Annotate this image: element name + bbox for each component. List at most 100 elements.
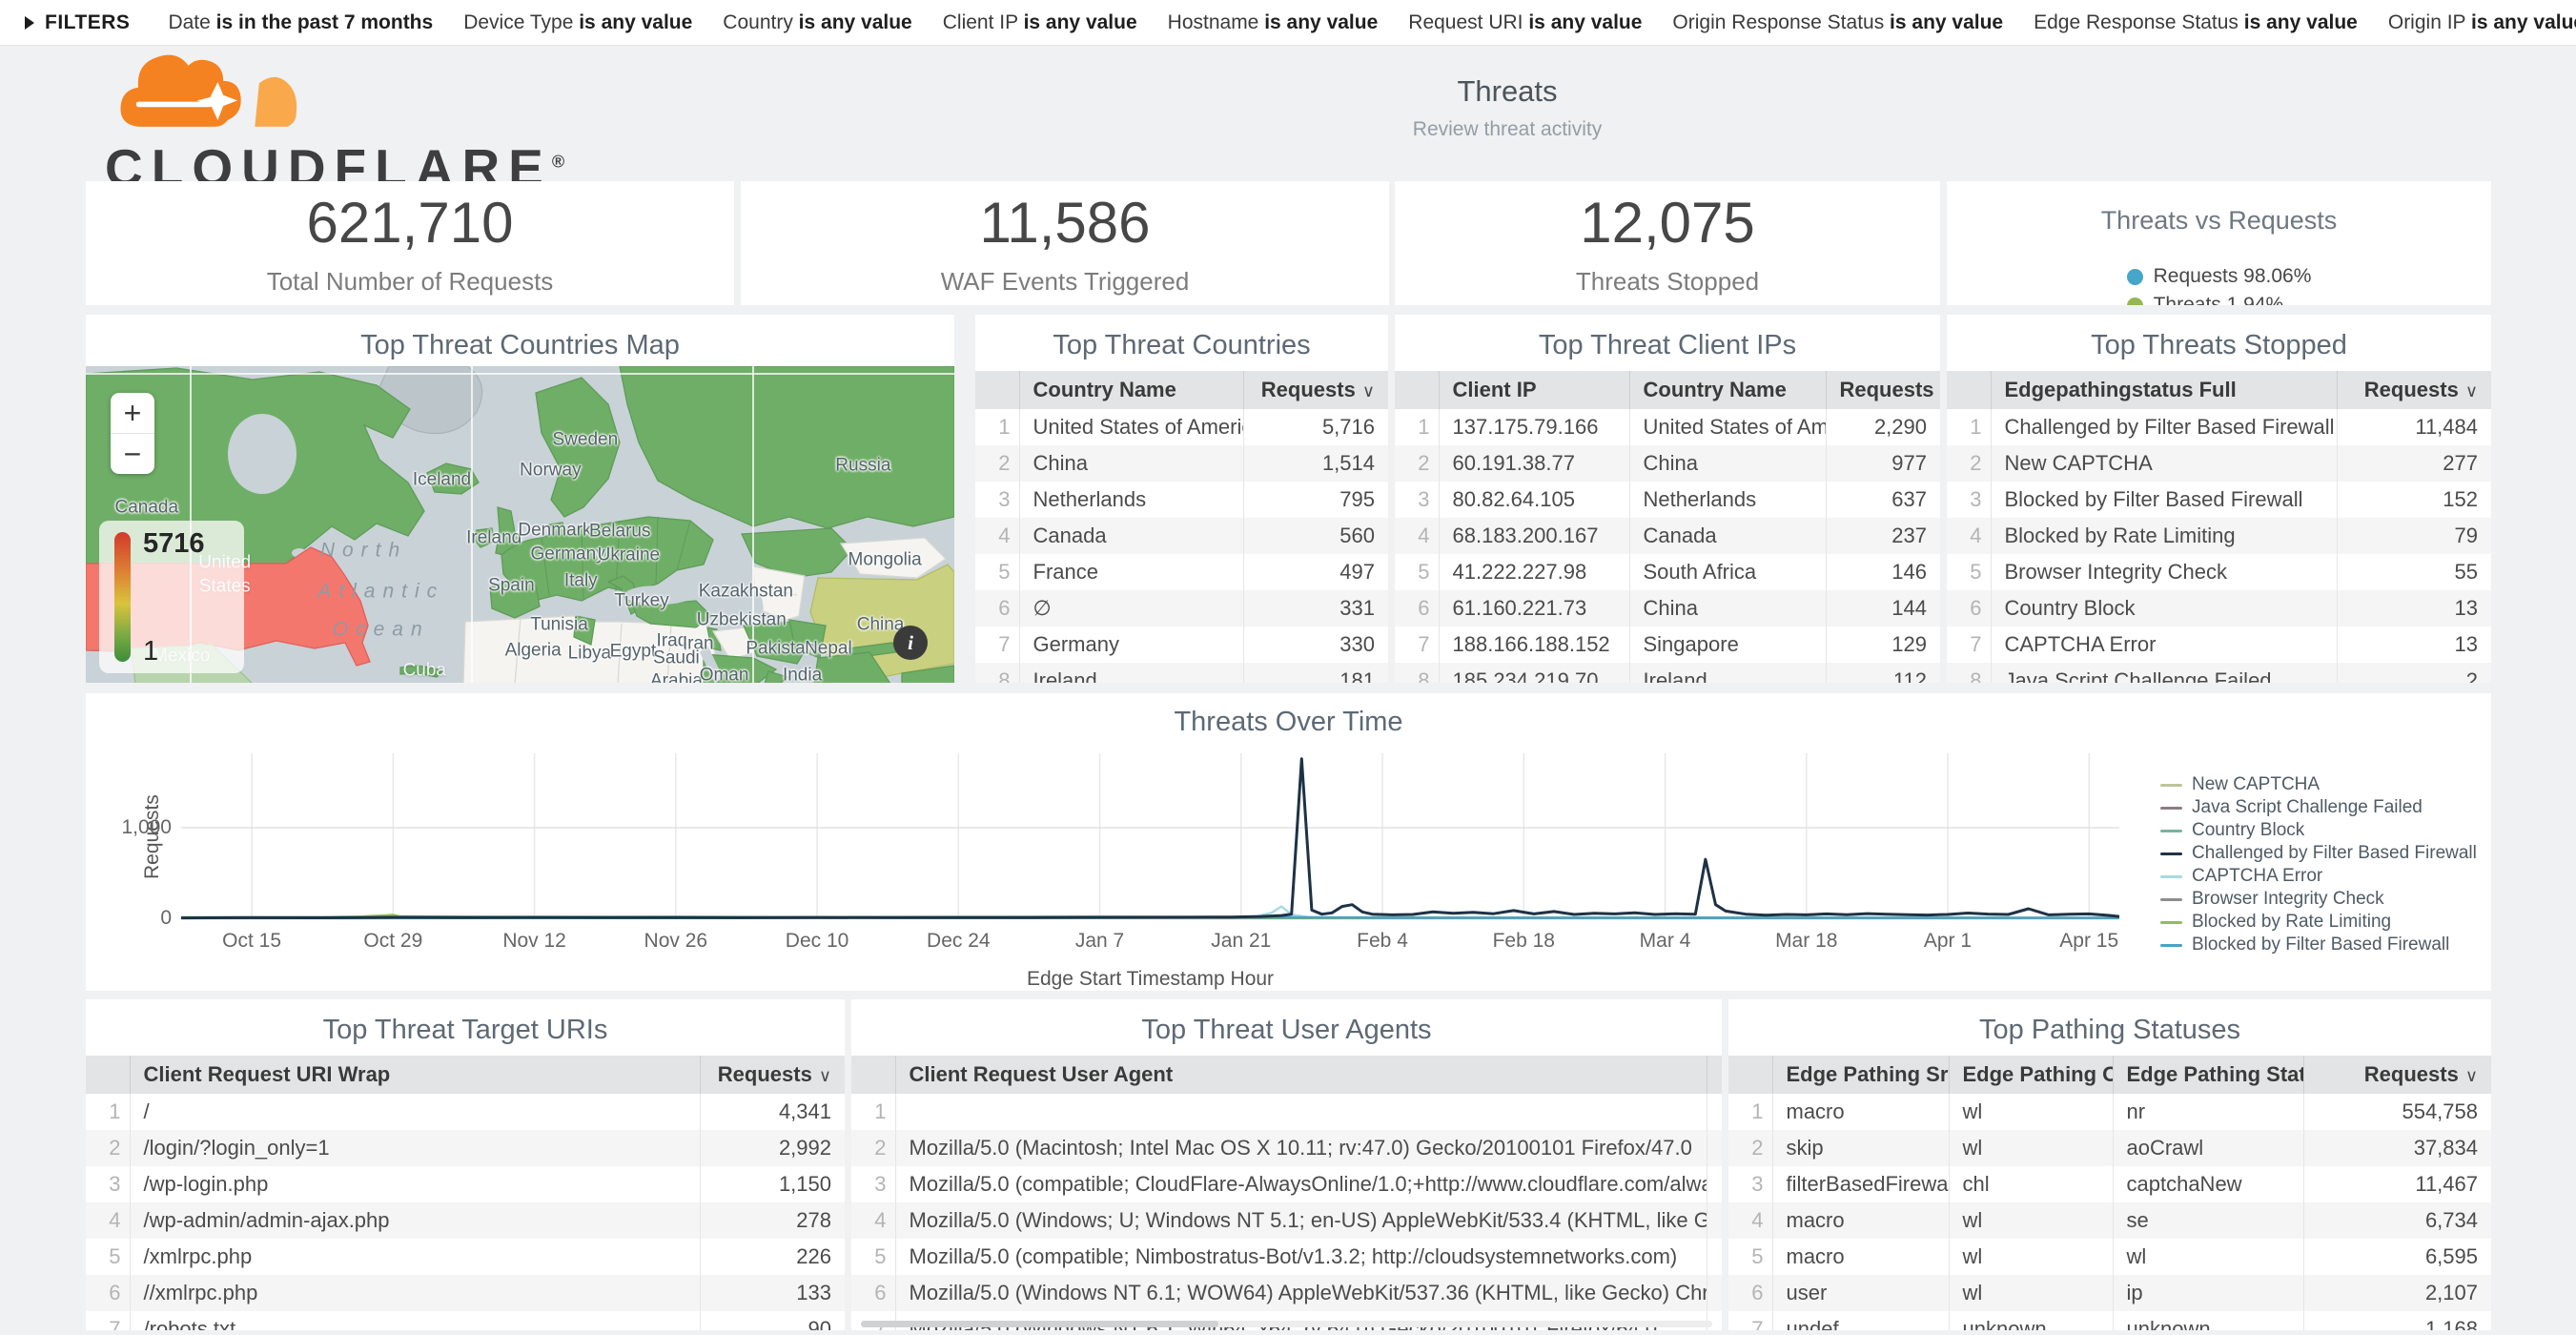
chart-legend-item[interactable]: Browser Integrity Check bbox=[2160, 888, 2477, 911]
table-cell: Mozilla/5.0 (compatible; CloudFlare-Alwa… bbox=[895, 1166, 1707, 1202]
table-cell: Mozilla/5.0 (compatible; Nimbostratus-Bo… bbox=[895, 1239, 1707, 1275]
table-cell: 277 bbox=[2337, 445, 2491, 482]
column-header[interactable]: Country Name bbox=[1019, 371, 1243, 409]
column-header[interactable]: Requests∨ bbox=[1826, 371, 1940, 409]
filter-item[interactable]: Origin Response Status is any value bbox=[1672, 11, 2003, 33]
chart-legend-item[interactable]: Blocked by Filter Based Firewall bbox=[2160, 934, 2477, 956]
page-subtitle: Review threat activity bbox=[496, 118, 2519, 141]
table-cell: 146 bbox=[1826, 554, 1940, 590]
country-label: Denmark bbox=[518, 519, 591, 543]
table-cell: 80.82.64.105 bbox=[1439, 482, 1629, 518]
filter-item[interactable]: Client IP is any value bbox=[943, 11, 1137, 33]
row-index: 1 bbox=[86, 1094, 130, 1130]
chart-legend-item[interactable]: Java Script Challenge Failed bbox=[2160, 796, 2477, 819]
column-header[interactable]: Client IP bbox=[1439, 371, 1629, 409]
ratio-legend-item: Requests 98.06% bbox=[2127, 262, 2312, 291]
zoom-out-button[interactable]: − bbox=[111, 433, 154, 474]
sort-chevron-icon: ∨ bbox=[1362, 381, 1375, 400]
table-row: 4/wp-admin/admin-ajax.php278 bbox=[86, 1202, 845, 1239]
row-index: 6 bbox=[1395, 590, 1439, 626]
chart-legend-item[interactable]: CAPTCHA Error bbox=[2160, 865, 2477, 888]
info-icon[interactable]: i bbox=[893, 626, 928, 660]
chart-legend-item[interactable]: Challenged by Filter Based Firewall bbox=[2160, 842, 2477, 865]
column-header[interactable]: Client Request URI Wrap bbox=[130, 1056, 700, 1094]
column-header[interactable]: Edge Pathing Src bbox=[1772, 1056, 1949, 1094]
country-label: Sweden bbox=[552, 429, 618, 453]
table-cell: Mozilla/5.0 (Windows; U; Windows NT 5.1;… bbox=[895, 1202, 1707, 1239]
scrollbar-thumb[interactable] bbox=[861, 1321, 1218, 1327]
table-row: 6//xmlrpc.php133 bbox=[86, 1275, 845, 1311]
chart-legend-item[interactable]: New CAPTCHA bbox=[2160, 773, 2477, 796]
stat-value: 11,586 bbox=[979, 190, 1150, 256]
filter-item[interactable]: Request URI is any value bbox=[1408, 11, 1642, 33]
column-header-label: Edge Pathing Op bbox=[1963, 1062, 2114, 1086]
world-map[interactable]: CanadaUnited StatesMexicoCubaIcelandIrel… bbox=[86, 366, 954, 683]
panel-title: Top Pathing Statuses bbox=[1728, 1015, 2491, 1046]
legend-line-icon bbox=[2160, 921, 2182, 924]
chart-legend-item[interactable]: Country Block bbox=[2160, 819, 2477, 842]
top-threat-target-uris-panel: Top Threat Target URIs Client Request UR… bbox=[86, 999, 845, 1330]
top-threat-countries-panel: Top Threat Countries Country NameRequest… bbox=[975, 315, 1388, 683]
panel-title: Top Threat User Agents bbox=[851, 1015, 1722, 1046]
x-tick-label: Nov 26 bbox=[624, 930, 728, 953]
column-header[interactable]: Requests∨ bbox=[2303, 1056, 2491, 1094]
country-label: Egypt bbox=[610, 641, 657, 665]
stat-label: WAF Events Triggered bbox=[941, 267, 1190, 297]
y-tick-label: 0 bbox=[112, 907, 172, 930]
table-cell: 5,716 bbox=[1243, 409, 1388, 445]
filter-item[interactable]: Country is any value bbox=[723, 11, 911, 33]
table-cell: Mozilla/5.0 (Macintosh; Intel Mac OS X 1… bbox=[895, 1130, 1707, 1166]
column-header[interactable]: Requests∨ bbox=[2337, 371, 2491, 409]
zoom-in-button[interactable]: + bbox=[111, 393, 154, 433]
filter-item[interactable]: Edge Response Status is any value bbox=[2034, 11, 2358, 33]
x-tick-label: Feb 18 bbox=[1471, 930, 1576, 953]
filter-value: is any value bbox=[799, 11, 912, 33]
horizontal-scrollbar[interactable] bbox=[861, 1321, 1712, 1327]
filter-item[interactable]: Hostname is any value bbox=[1168, 11, 1379, 33]
x-tick-label: Oct 15 bbox=[199, 930, 304, 953]
table-cell: filterBasedFirewall bbox=[1772, 1166, 1949, 1202]
table-row: 3Netherlands795 bbox=[975, 482, 1388, 518]
filters-toggle[interactable]: FILTERS bbox=[25, 11, 130, 34]
row-index: 5 bbox=[1947, 554, 1991, 590]
table-row: 5macrowlwl6,595 bbox=[1728, 1239, 2491, 1275]
column-header[interactable]: Edge Pathing Status bbox=[2113, 1056, 2303, 1094]
filter-field: Client IP bbox=[943, 11, 1024, 33]
row-index: 2 bbox=[1728, 1130, 1772, 1166]
table-cell: unknown bbox=[2113, 1311, 2303, 1330]
table-cell: macro bbox=[1772, 1094, 1949, 1130]
table-cell bbox=[1707, 1275, 1722, 1311]
filter-item[interactable]: Device Type is any value bbox=[463, 11, 692, 33]
column-header-label: Requests bbox=[1261, 378, 1356, 401]
column-header[interactable]: Edgepathingstatus Full bbox=[1991, 371, 2337, 409]
legend-max-value: 5716 bbox=[143, 528, 205, 560]
table-cell: /wp-login.php bbox=[130, 1166, 700, 1202]
index-column-header bbox=[1728, 1056, 1772, 1094]
filter-item[interactable]: Date is in the past 7 months bbox=[168, 11, 433, 33]
top-pathing-statuses-table: Edge Pathing Src Edge Pathing OpEdge Path… bbox=[1728, 1056, 2491, 1330]
table-cell: ip bbox=[2113, 1275, 2303, 1311]
table-row: 5Browser Integrity Check55 bbox=[1947, 554, 2491, 590]
x-tick-label: Jan 7 bbox=[1048, 930, 1153, 953]
filter-item[interactable]: Origin IP is any value bbox=[2388, 11, 2576, 33]
table-cell: 2,992 bbox=[700, 1130, 845, 1166]
row-index: 6 bbox=[86, 1275, 130, 1311]
chart-legend-item[interactable]: Blocked by Rate Limiting bbox=[2160, 911, 2477, 934]
column-header[interactable]: Requests ∨ bbox=[1243, 371, 1388, 409]
table-cell: wl bbox=[1949, 1202, 2113, 1239]
table-row: 7CAPTCHA Error13 bbox=[1947, 626, 2491, 663]
table-row: 4Mozilla/5.0 (Windows; U; Windows NT 5.1… bbox=[851, 1202, 1722, 1239]
table-cell: Mozilla/5.0 (Windows NT 6.1; WOW64) Appl… bbox=[895, 1275, 1707, 1311]
column-header[interactable]: Requests∨ bbox=[700, 1056, 845, 1094]
column-header[interactable]: Country Name bbox=[1629, 371, 1826, 409]
country-label: India bbox=[783, 665, 822, 683]
x-tick-label: Apr 1 bbox=[1895, 930, 2000, 953]
column-header[interactable]: Edge Pathing Op bbox=[1949, 1056, 2113, 1094]
column-header[interactable]: Client Request User Agent bbox=[895, 1056, 1707, 1094]
legend-label: Requests 98.06% bbox=[2154, 265, 2312, 288]
chart-plot[interactable] bbox=[181, 753, 2119, 920]
table-cell: /xmlrpc.php bbox=[130, 1239, 700, 1275]
table-cell: Ireland bbox=[1629, 663, 1826, 683]
column-header[interactable] bbox=[1707, 1056, 1722, 1094]
legend-series-label: New CAPTCHA bbox=[2192, 774, 2320, 795]
